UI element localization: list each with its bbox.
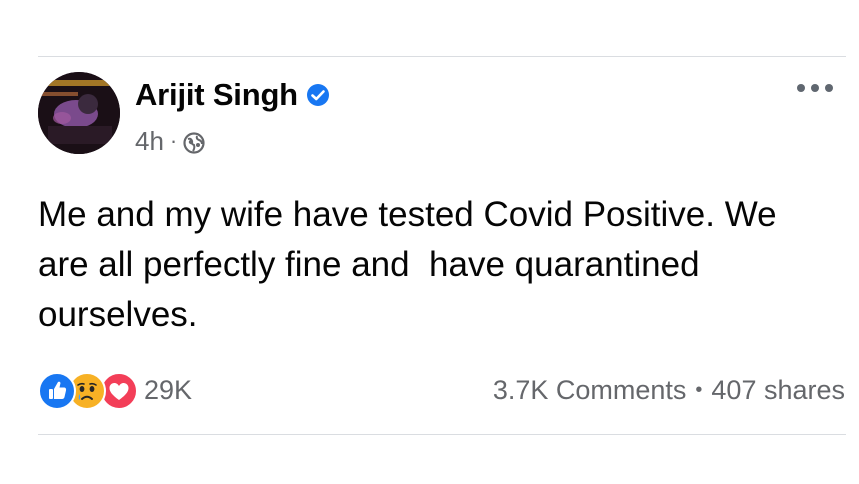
engagement-summary: 3.7K Comments • 407 shares (493, 370, 845, 410)
shares-link[interactable]: 407 shares (711, 375, 845, 406)
meta-separator: · (169, 128, 178, 153)
reaction-icons (38, 370, 138, 410)
globe-icon[interactable] (183, 130, 205, 154)
more-dot (797, 84, 805, 92)
comments-link[interactable]: 3.7K Comments (493, 375, 687, 406)
post-timestamp[interactable]: 4h (135, 126, 164, 157)
reactions-summary[interactable]: 29K (38, 370, 192, 410)
post-header: Arijit Singh (135, 74, 330, 116)
reaction-count: 29K (144, 374, 193, 405)
more-dot (825, 84, 833, 92)
like-icon (38, 372, 76, 410)
avatar[interactable] (38, 72, 120, 154)
bottom-divider (38, 434, 846, 435)
post-text: Me and my wife have tested Covid Positiv… (38, 195, 777, 334)
more-options-button[interactable] (797, 78, 833, 98)
post-meta: 4h · (135, 124, 205, 158)
verified-badge-icon (306, 83, 330, 107)
top-divider (38, 56, 846, 57)
engagement-separator: • (695, 378, 703, 401)
more-dot (811, 84, 819, 92)
author-name[interactable]: Arijit Singh (135, 77, 298, 113)
